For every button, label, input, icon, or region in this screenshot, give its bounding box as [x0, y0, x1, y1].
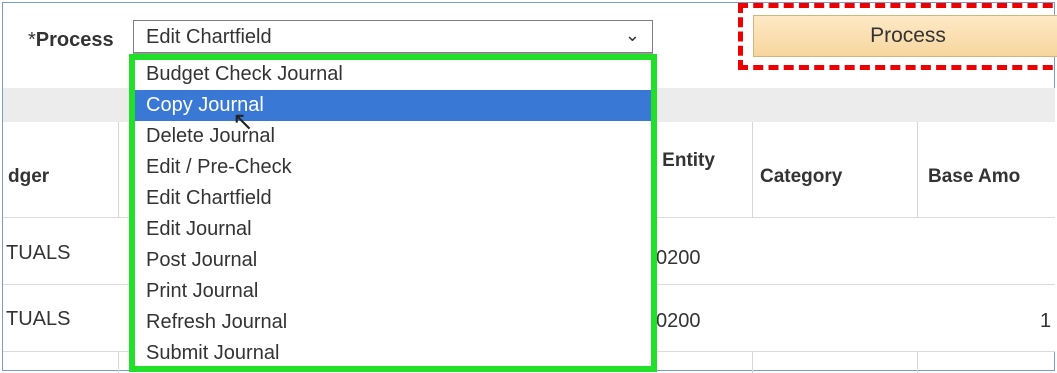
- column-header-base-amount: Base Amo: [928, 166, 1021, 187]
- chevron-down-icon: ⌄: [624, 25, 640, 45]
- cell-entity: 0200: [656, 310, 701, 332]
- annotation-red-dashed-box: [738, 3, 1057, 70]
- mouse-cursor-icon: ↖: [232, 106, 254, 136]
- cell-ledger: TUALS: [6, 308, 71, 330]
- process-label: *Process: [28, 29, 114, 51]
- cell-amount: 1: [1040, 310, 1052, 332]
- cell-ledger: TUALS: [6, 242, 71, 264]
- process-select-value: Edit Chartfield: [146, 26, 272, 48]
- column-header-ledger: dger: [8, 166, 50, 187]
- cell-entity: 0200: [656, 247, 701, 269]
- column-header-category: Category: [760, 166, 843, 187]
- annotation-green-box: [129, 54, 657, 372]
- process-select[interactable]: Edit Chartfield ⌄: [133, 20, 653, 53]
